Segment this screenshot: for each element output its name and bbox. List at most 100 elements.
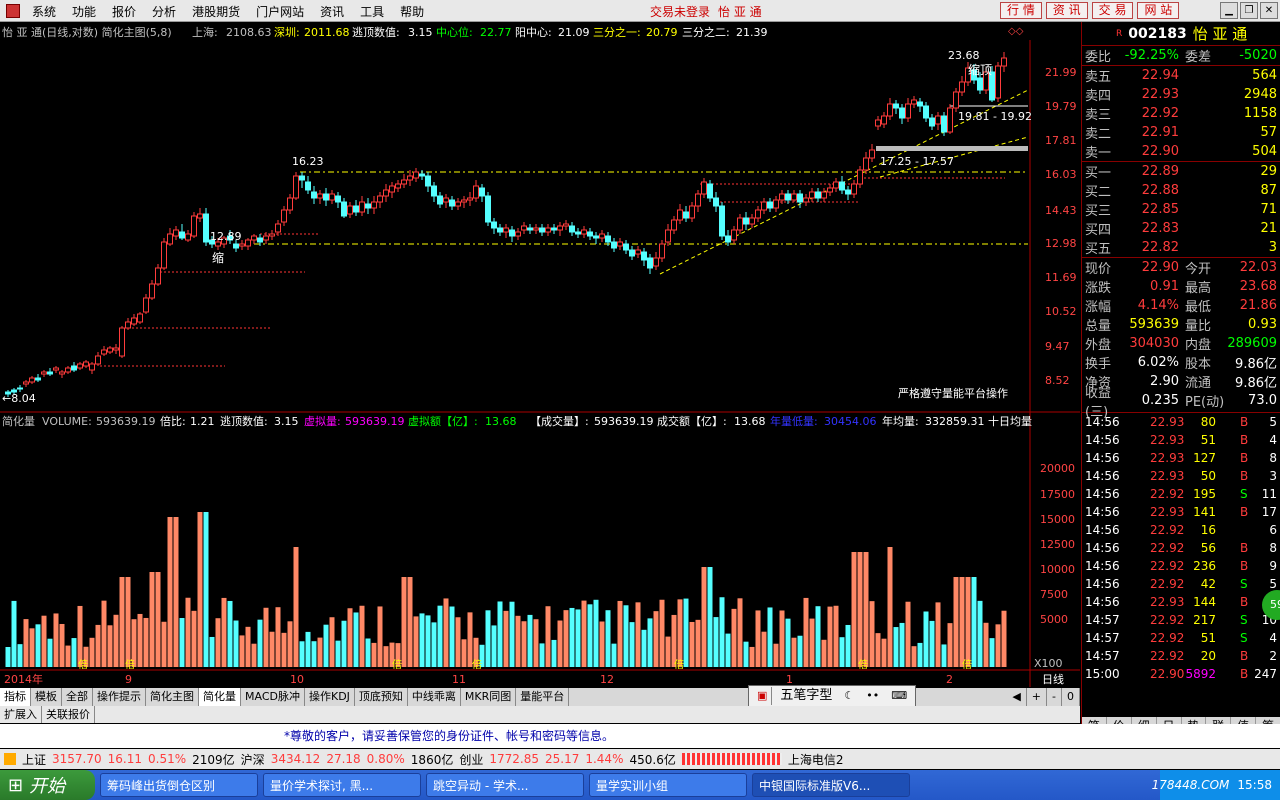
tab-related-quote[interactable]: 关联报价	[42, 706, 95, 723]
volume-bar	[701, 567, 707, 667]
notice-bar: *尊敬的客户，请妥善保管您的身份证件、帐号和密码等信息。	[0, 724, 1280, 748]
candle-body	[647, 257, 653, 269]
trade-button[interactable]: 交 易	[1091, 2, 1134, 19]
level-label: 卖一	[1085, 146, 1112, 161]
volume-bar	[497, 601, 503, 667]
volume-bar	[209, 636, 215, 667]
tab-macd[interactable]: MACD脉冲	[241, 688, 305, 706]
tick-row: 14:56 22.93 80 B 5	[1082, 413, 1280, 431]
candle-body	[89, 363, 95, 371]
tab-top-bottom[interactable]: 顶底预知	[355, 688, 408, 706]
tab-all[interactable]: 全部	[62, 688, 93, 706]
nav-add-icon[interactable]: +	[1027, 688, 1048, 706]
hs-index-label[interactable]: 沪深	[241, 751, 265, 768]
candle-body	[617, 241, 623, 247]
tick-volume: 50	[1200, 469, 1216, 483]
menu-news[interactable]: 资讯	[312, 3, 352, 20]
market-breadth-bar	[681, 753, 782, 765]
tab-expand[interactable]: 扩展入	[0, 706, 42, 723]
menu-help[interactable]: 帮助	[392, 3, 432, 20]
sh-index-change: 16.11	[107, 752, 142, 766]
ask-row[interactable]: 卖二 22.91 57	[1082, 123, 1280, 142]
candle-body	[95, 355, 101, 365]
candle-body	[827, 187, 833, 193]
menu-tools[interactable]: 工具	[352, 3, 392, 20]
stat-value-2: 9.86亿	[1235, 376, 1277, 391]
bid-row[interactable]: 买四 22.83 21	[1082, 219, 1280, 238]
tab-hint[interactable]: 操作提示	[93, 688, 146, 706]
volume-bar	[665, 636, 671, 667]
vol-marker: 倍	[472, 658, 482, 671]
volume-bar	[905, 601, 911, 667]
ime-toolbar[interactable]: ▣ 五笔字型 ☾ •• ⌨	[748, 685, 917, 707]
start-button[interactable]: ⊞ 开始	[0, 770, 95, 800]
range-label-1: 19.81 - 19.92	[958, 110, 1032, 123]
volume-bar	[911, 646, 917, 667]
vol-label: VOLUME:	[42, 415, 92, 428]
task-item[interactable]: 筹码峰出货倒仓区别	[100, 773, 258, 797]
index-icon	[4, 753, 16, 765]
news-button[interactable]: 资 讯	[1045, 2, 1088, 19]
volume-bar	[293, 547, 299, 667]
period-label[interactable]: 日线	[1042, 672, 1064, 686]
candle-body	[539, 227, 545, 233]
close-icon[interactable]: ✕	[1260, 2, 1278, 19]
login-status[interactable]: 交易未登录	[650, 3, 710, 20]
bid-row[interactable]: 买三 22.85 71	[1082, 200, 1280, 219]
diamond-icon[interactable]: ◇◇	[1008, 26, 1024, 37]
tab-simple-main[interactable]: 简化主图	[146, 688, 199, 706]
stat-label-2: 今开	[1185, 262, 1212, 277]
tab-indicator[interactable]: 指标	[0, 688, 31, 706]
cy-index-label[interactable]: 创业	[459, 751, 483, 768]
candle-body	[815, 191, 821, 199]
tab-mkr[interactable]: MKR同图	[461, 688, 517, 706]
menu-analysis[interactable]: 分析	[144, 3, 184, 20]
task-item[interactable]: 量学实训小组	[589, 773, 747, 797]
bid-row[interactable]: 买一 22.89 29	[1082, 162, 1280, 181]
tick-row: 14:57 22.92 217 S 10	[1082, 611, 1280, 629]
ask-row[interactable]: 卖四 22.93 2948	[1082, 85, 1280, 104]
kline-chart[interactable]: 怡 亚 通(日线,对数) 简化主图(5,8) 上海: 2108.63 深圳: 2…	[0, 22, 1080, 687]
ask-row[interactable]: 卖三 22.92 1158	[1082, 104, 1280, 123]
sh-value: 2108.63	[226, 26, 272, 39]
menu-hk-futures[interactable]: 港股期货	[184, 3, 248, 20]
menu-portal[interactable]: 门户网站	[248, 3, 312, 20]
menu-system[interactable]: 系统	[24, 3, 64, 20]
candle-body	[131, 317, 137, 325]
tick-volume: 217	[1193, 613, 1216, 627]
task-item[interactable]: 跳空异动 - 学术...	[426, 773, 584, 797]
task-item[interactable]: 中银国际标准版V6...	[752, 773, 910, 797]
clock[interactable]: 15:58	[1237, 778, 1272, 792]
tick-row: 14:56 22.92 16 6	[1082, 521, 1280, 539]
tab-simple-volume[interactable]: 简化量	[199, 688, 241, 706]
menu-quote[interactable]: 报价	[104, 3, 144, 20]
volume-bar	[359, 605, 365, 667]
ask-row[interactable]: 卖五 22.94 564	[1082, 66, 1280, 85]
volume-bar	[899, 622, 905, 667]
sh-index-label[interactable]: 上证	[22, 751, 46, 768]
ask-row[interactable]: 卖一 22.90 504	[1082, 142, 1280, 161]
level-price: 22.89	[1141, 164, 1179, 179]
volume-bar	[557, 620, 563, 667]
task-item[interactable]: 量价学术探讨, 黑...	[263, 773, 421, 797]
nav-prev-icon[interactable]: ◀	[1007, 688, 1027, 706]
tab-kdj[interactable]: 操作KDJ	[305, 688, 355, 706]
bid-row[interactable]: 买二 22.88 87	[1082, 181, 1280, 200]
moon-icon[interactable]: ☾	[840, 687, 858, 705]
candle-body	[245, 239, 251, 247]
website-button[interactable]: 网 站	[1137, 2, 1180, 19]
keyboard-icon[interactable]: ⌨	[887, 687, 911, 705]
nav-zero-icon[interactable]: 0	[1062, 688, 1080, 706]
minimize-icon[interactable]: ▁	[1220, 2, 1238, 19]
bid-row[interactable]: 买五 22.82 3	[1082, 238, 1280, 257]
market-button[interactable]: 行 情	[1000, 2, 1042, 19]
tab-deviation[interactable]: 中线乖离	[408, 688, 461, 706]
nav-minus-icon[interactable]: -	[1047, 688, 1062, 706]
tab-volume-platform[interactable]: 量能平台	[516, 688, 570, 706]
tick-time: 14:56	[1085, 559, 1120, 573]
menu-function[interactable]: 功能	[64, 3, 104, 20]
tick-list[interactable]: 14:56 22.93 80 B 5 14:56 22.93 51 B 4 14:56 22.93 12…	[1082, 413, 1280, 683]
restore-icon[interactable]: ❐	[1240, 2, 1258, 19]
punct-icon[interactable]: ••	[862, 687, 883, 705]
tab-template[interactable]: 模板	[31, 688, 62, 706]
